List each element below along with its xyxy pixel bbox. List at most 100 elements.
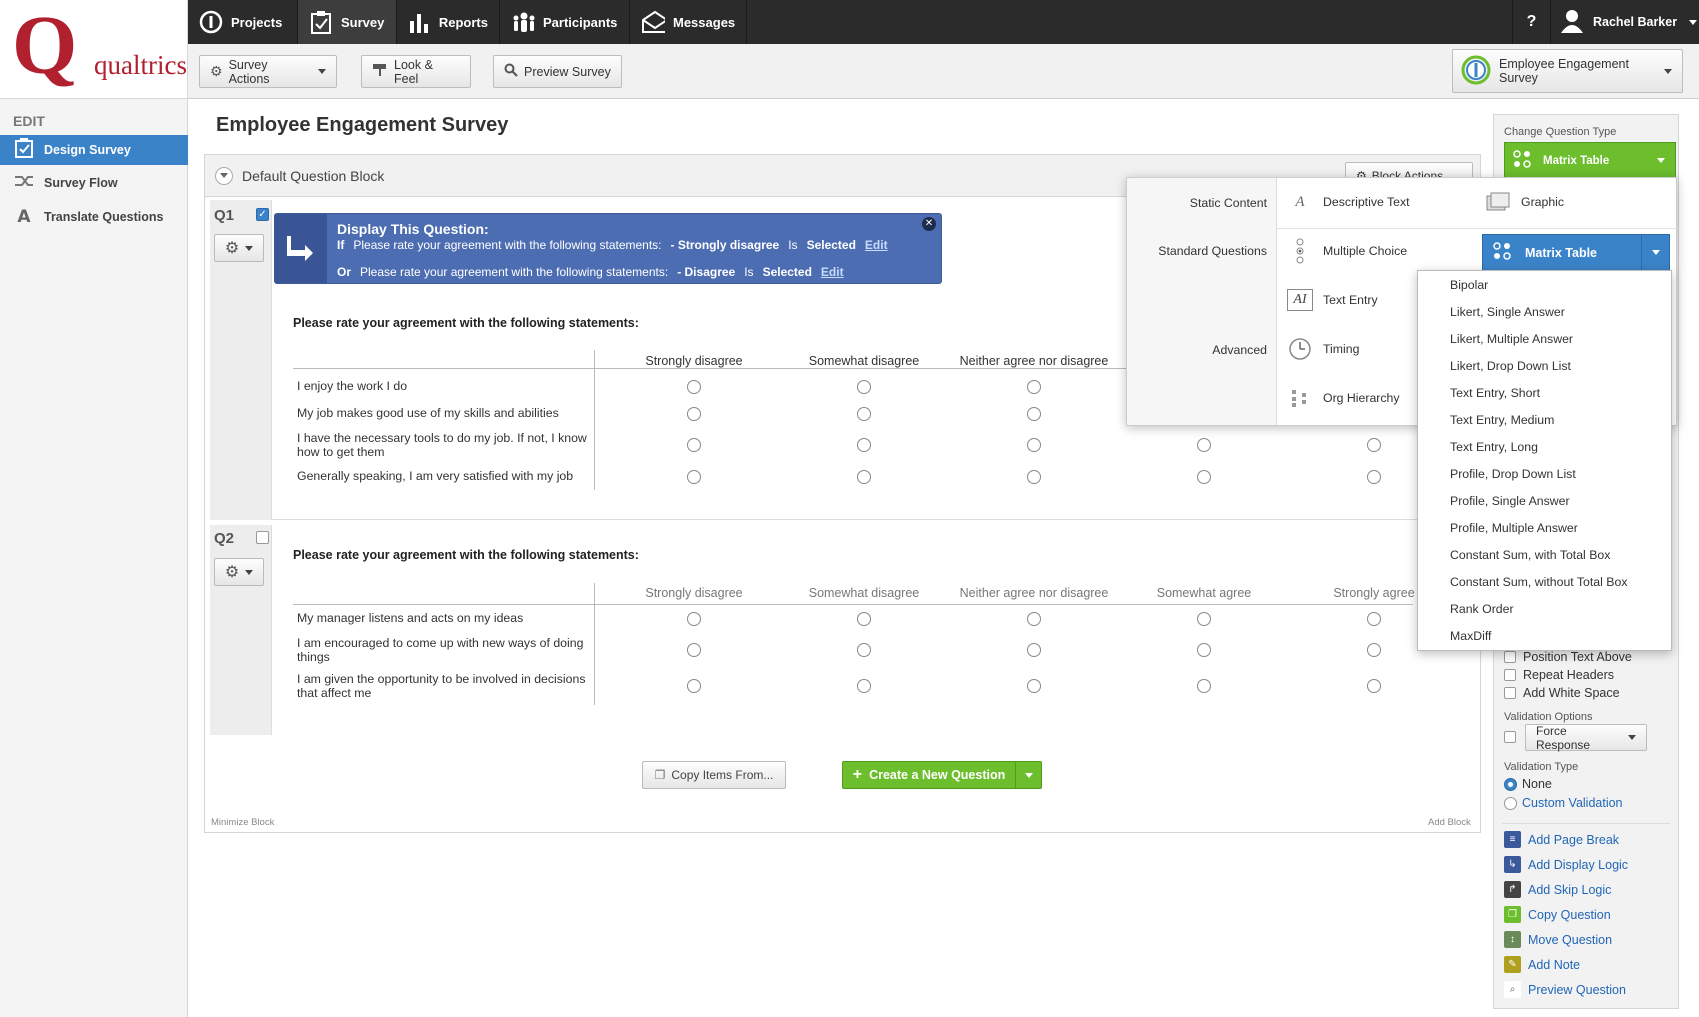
menu-item-profile-single[interactable]: Profile, Single Answer — [1418, 487, 1671, 514]
matrix-radio[interactable] — [1027, 612, 1041, 626]
question-select-checkbox[interactable]: ✓ — [256, 208, 269, 221]
matrix-radio[interactable] — [857, 679, 871, 693]
matrix-radio[interactable] — [1027, 407, 1041, 421]
matrix-radio[interactable] — [687, 470, 701, 484]
add-skip-logic-link[interactable]: ↱ Add Skip Logic — [1504, 881, 1611, 898]
add-white-space-checkbox[interactable]: Add White Space — [1504, 686, 1620, 700]
type-option-text-entry[interactable]: AI Text Entry — [1287, 289, 1378, 311]
sidebar-item-design-survey[interactable]: Design Survey — [0, 135, 188, 165]
menu-item-likert-dropdown[interactable]: Likert, Drop Down List — [1418, 352, 1671, 379]
matrix-radio[interactable] — [857, 380, 871, 394]
matrix-radio[interactable] — [1027, 470, 1041, 484]
matrix-variants-dropdown[interactable] — [1641, 235, 1669, 270]
matrix-radio[interactable] — [1367, 470, 1381, 484]
copy-question-link[interactable]: ❐ Copy Question — [1504, 906, 1611, 923]
change-question-type-dropdown[interactable]: Matrix Table — [1504, 142, 1676, 179]
type-option-timing[interactable]: Timing — [1287, 338, 1359, 360]
menu-item-maxdiff[interactable]: MaxDiff — [1418, 622, 1671, 649]
matrix-radio[interactable] — [1197, 679, 1211, 693]
survey-selector[interactable]: Employee Engagement Survey — [1452, 49, 1683, 93]
menu-item-profile-dropdown[interactable]: Profile, Drop Down List — [1418, 460, 1671, 487]
matrix-radio[interactable] — [1197, 470, 1211, 484]
matrix-radio[interactable] — [687, 438, 701, 452]
close-icon[interactable]: ✕ — [922, 217, 936, 231]
matrix-radio[interactable] — [687, 679, 701, 693]
matrix-radio[interactable] — [1367, 643, 1381, 657]
matrix-radio[interactable] — [857, 407, 871, 421]
add-page-break-link[interactable]: ≡ Add Page Break — [1504, 831, 1619, 848]
menu-item-constant-sum-no-total[interactable]: Constant Sum, without Total Box — [1418, 568, 1671, 595]
add-note-link[interactable]: ✎ Add Note — [1504, 956, 1580, 973]
nav-projects[interactable]: Projects — [188, 0, 298, 44]
type-option-multiple-choice[interactable]: Multiple Choice — [1287, 238, 1407, 264]
menu-item-text-entry-medium[interactable]: Text Entry, Medium — [1418, 406, 1671, 433]
menu-item-text-entry-short[interactable]: Text Entry, Short — [1418, 379, 1671, 406]
type-option-graphic[interactable]: Graphic — [1485, 191, 1564, 213]
block-name[interactable]: Default Question Block — [242, 168, 384, 184]
question-select-checkbox[interactable] — [256, 531, 269, 544]
minimize-block-link[interactable]: Minimize Block — [211, 817, 274, 828]
matrix-radio[interactable] — [1197, 438, 1211, 452]
menu-item-bipolar[interactable]: Bipolar — [1418, 271, 1671, 298]
force-response-dropdown[interactable]: Force Response — [1525, 724, 1647, 752]
type-option-descriptive-text[interactable]: A Descriptive Text — [1287, 191, 1409, 213]
matrix-radio[interactable] — [857, 612, 871, 626]
matrix-radio[interactable] — [1027, 643, 1041, 657]
validation-none-radio[interactable]: None — [1504, 777, 1552, 791]
menu-item-likert-multiple[interactable]: Likert, Multiple Answer — [1418, 325, 1671, 352]
matrix-radio[interactable] — [857, 438, 871, 452]
logic-edit-link[interactable]: Edit — [821, 265, 844, 279]
question-text[interactable]: Please rate your agreement with the foll… — [293, 316, 639, 330]
copy-items-from-button[interactable]: ❐ Copy Items From... — [642, 761, 786, 789]
nav-messages[interactable]: Messages — [630, 0, 747, 44]
nav-participants[interactable]: Participants — [500, 0, 630, 44]
menu-item-rank-order[interactable]: Rank Order — [1418, 595, 1671, 622]
display-logic-box[interactable]: Display This Question: If Please rate yo… — [274, 213, 942, 284]
matrix-radio[interactable] — [857, 643, 871, 657]
menu-item-constant-sum-total[interactable]: Constant Sum, with Total Box — [1418, 541, 1671, 568]
matrix-radio[interactable] — [1027, 438, 1041, 452]
qualtrics-logo[interactable]: Q qualtrics — [0, 0, 188, 99]
type-option-matrix-table[interactable]: Matrix Table — [1482, 234, 1670, 271]
preview-survey-button[interactable]: Preview Survey — [493, 55, 622, 88]
matrix-radio[interactable] — [1197, 643, 1211, 657]
nav-reports[interactable]: Reports — [397, 0, 500, 44]
menu-item-profile-multiple[interactable]: Profile, Multiple Answer — [1418, 514, 1671, 541]
help-button[interactable]: ? — [1512, 0, 1550, 44]
add-display-logic-link[interactable]: ↳ Add Display Logic — [1504, 856, 1628, 873]
collapse-block-button[interactable] — [215, 166, 233, 185]
matrix-radio[interactable] — [1367, 438, 1381, 452]
matrix-radio[interactable] — [687, 612, 701, 626]
question-gear-menu[interactable]: ⚙ — [214, 558, 264, 586]
survey-actions-button[interactable]: ⚙ Survey Actions — [199, 55, 337, 88]
matrix-radio[interactable] — [1367, 679, 1381, 693]
look-and-feel-button[interactable]: Look & Feel — [361, 55, 471, 88]
matrix-radio[interactable] — [1027, 380, 1041, 394]
create-new-question-button[interactable]: + Create a New Question — [842, 761, 1042, 789]
logic-edit-link[interactable]: Edit — [865, 238, 888, 252]
position-text-above-checkbox[interactable]: Position Text Above — [1504, 650, 1632, 664]
matrix-radio[interactable] — [1197, 612, 1211, 626]
move-question-link[interactable]: ↕ Move Question — [1504, 931, 1612, 948]
matrix-radio[interactable] — [687, 643, 701, 657]
menu-item-text-entry-long[interactable]: Text Entry, Long — [1418, 433, 1671, 460]
matrix-radio[interactable] — [1367, 612, 1381, 626]
repeat-headers-checkbox[interactable]: Repeat Headers — [1504, 668, 1614, 682]
question-gear-menu[interactable]: ⚙ — [214, 234, 264, 262]
sidebar-item-survey-flow[interactable]: Survey Flow — [0, 168, 188, 198]
matrix-radio[interactable] — [687, 407, 701, 421]
force-response-checkbox[interactable] — [1504, 731, 1523, 743]
question-text[interactable]: Please rate your agreement with the foll… — [293, 548, 639, 562]
matrix-radio[interactable] — [1027, 679, 1041, 693]
matrix-radio[interactable] — [687, 380, 701, 394]
matrix-radio[interactable] — [857, 470, 871, 484]
menu-item-likert-single[interactable]: Likert, Single Answer — [1418, 298, 1671, 325]
validation-custom-radio[interactable]: Custom Validation — [1504, 796, 1623, 810]
nav-survey[interactable]: Survey — [298, 0, 397, 44]
sidebar-item-translate-questions[interactable]: A Translate Questions — [0, 202, 188, 232]
type-option-org-hierarchy[interactable]: Org Hierarchy — [1287, 387, 1400, 409]
add-block-link[interactable]: Add Block — [1428, 817, 1471, 828]
user-menu[interactable]: Rachel Barker — [1550, 0, 1699, 44]
create-question-dropdown[interactable] — [1015, 762, 1041, 788]
preview-question-link[interactable]: ⌕ Preview Question — [1504, 981, 1626, 998]
